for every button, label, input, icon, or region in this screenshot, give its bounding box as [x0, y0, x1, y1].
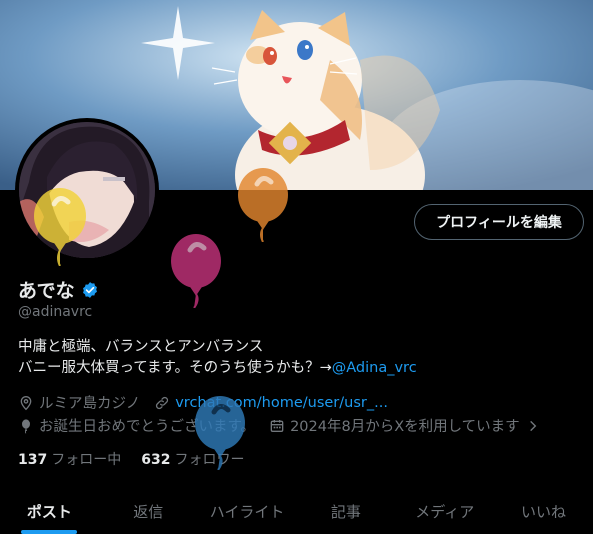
following-link[interactable]: 137 フォロー中 — [18, 449, 121, 469]
balloon-icon — [22, 418, 30, 434]
link-icon — [156, 396, 169, 409]
profile-tabs: ポスト 返信 ハイライト 記事 メディア いいね — [0, 488, 593, 534]
tab-replies[interactable]: 返信 — [99, 488, 198, 534]
tab-posts[interactable]: ポスト — [0, 488, 99, 534]
bio-line-2-text: バニー服大体買ってます。そのうち使うかも？→ — [18, 360, 332, 376]
tab-media[interactable]: メディア — [395, 488, 494, 534]
calendar-icon — [270, 419, 284, 432]
following-label: フォロー中 — [51, 452, 122, 468]
bio-line-2: バニー服大体買ってます。そのうち使うかも？→@Adina_vrc — [18, 358, 417, 379]
chevron-right-icon[interactable] — [526, 419, 540, 433]
following-count: 137 — [18, 452, 48, 468]
edit-profile-button[interactable]: プロフィールを編集 — [414, 204, 584, 240]
verified-badge-icon[interactable] — [81, 281, 99, 299]
birthday-balloon-blue — [195, 396, 245, 470]
bio-line-1: 中庸と極端、バランスとアンバランス — [18, 339, 264, 355]
profile-handle: @adinavrc — [18, 304, 93, 320]
profile-name-row: あでな — [18, 276, 99, 303]
followers-count: 632 — [141, 452, 171, 468]
display-name: あでな — [18, 280, 75, 302]
birthday-balloon-yellow — [34, 188, 86, 266]
location-icon — [20, 395, 32, 410]
profile-bio: 中庸と極端、バランスとアンバランス バニー服大体買ってます。そのうち使うかも？→… — [18, 337, 417, 379]
tab-articles[interactable]: 記事 — [296, 488, 395, 534]
birthday-balloon-magenta — [171, 234, 221, 308]
birthday-balloon-orange — [238, 168, 288, 242]
joined-text: 2024年8月からXを利用しています — [290, 419, 520, 435]
bio-mention-link[interactable]: @Adina_vrc — [332, 360, 417, 376]
location-text: ルミア島カジノ — [39, 396, 141, 412]
profile-meta-row-2: お誕生日おめでとうございます。 2024年8月からXを利用しています — [18, 415, 540, 436]
tab-highlights[interactable]: ハイライト — [198, 488, 297, 534]
tab-likes[interactable]: いいね — [494, 488, 593, 534]
